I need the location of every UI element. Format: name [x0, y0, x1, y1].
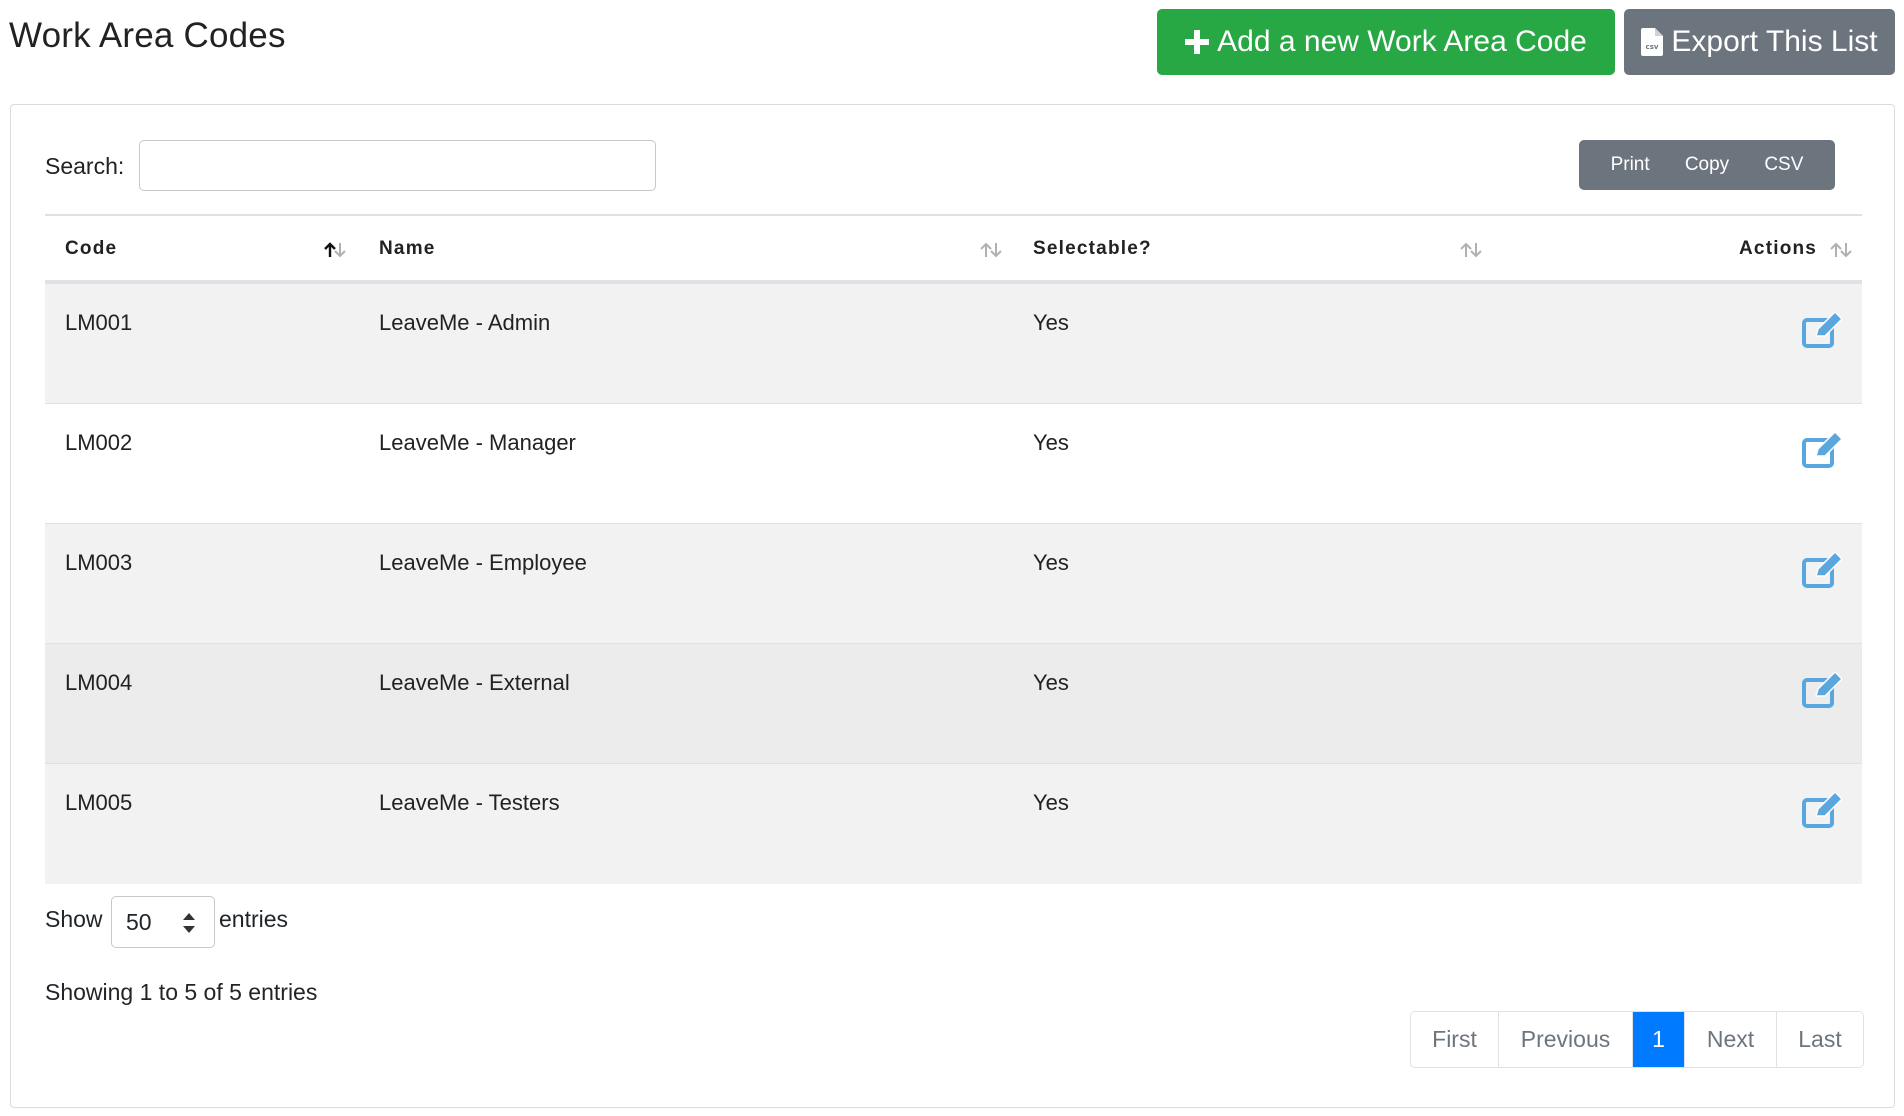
- show-label: Show: [45, 906, 103, 932]
- cell-code: LM001: [65, 310, 133, 335]
- edit-icon[interactable]: [1802, 792, 1842, 828]
- edit-icon[interactable]: [1802, 552, 1842, 588]
- column-header-selectable[interactable]: Selectable?: [1033, 238, 1152, 260]
- sort-icon[interactable]: [979, 242, 1003, 258]
- page-title: Work Area Codes: [9, 16, 286, 55]
- table-header: Code Name Selectable? Actions: [45, 214, 1862, 284]
- column-header-name[interactable]: Name: [379, 238, 436, 260]
- entries-per-page-select[interactable]: 50: [111, 896, 215, 948]
- select-arrows-icon: [183, 913, 195, 933]
- export-list-button[interactable]: csv Export This List: [1624, 9, 1895, 75]
- edit-icon[interactable]: [1802, 672, 1842, 708]
- search-label: Search:: [45, 153, 125, 179]
- search-input[interactable]: [139, 140, 656, 191]
- csv-button[interactable]: CSV: [1764, 154, 1803, 176]
- table-row: LM001 LeaveMe - Admin Yes: [45, 284, 1862, 404]
- cell-selectable: Yes: [1033, 430, 1069, 455]
- cell-code: LM002: [65, 430, 133, 455]
- page-last-button[interactable]: Last: [1777, 1012, 1863, 1067]
- cell-selectable: Yes: [1033, 310, 1069, 335]
- column-header-actions[interactable]: Actions: [1739, 238, 1817, 260]
- entries-per-page-value: 50: [126, 908, 152, 935]
- export-button-label: Export This List: [1671, 25, 1878, 58]
- cell-code: LM004: [65, 670, 133, 695]
- plus-icon: [1185, 30, 1210, 54]
- work-area-codes-card: Search: Print Copy CSV Code Name Selecta…: [10, 104, 1895, 1108]
- export-button-group: Print Copy CSV: [1579, 140, 1835, 190]
- edit-icon[interactable]: [1802, 432, 1842, 468]
- column-header-code[interactable]: Code: [65, 238, 117, 260]
- sort-icon[interactable]: [1829, 242, 1853, 258]
- cell-selectable: Yes: [1033, 790, 1069, 815]
- cell-name: LeaveMe - Employee: [379, 550, 587, 575]
- copy-button[interactable]: Copy: [1685, 154, 1729, 176]
- cell-code: LM005: [65, 790, 133, 815]
- cell-name: LeaveMe - External: [379, 670, 570, 695]
- add-work-area-code-button[interactable]: Add a new Work Area Code: [1157, 9, 1615, 75]
- work-area-codes-table: Code Name Selectable? Actions LM001 Leav…: [45, 214, 1862, 884]
- table-info: Showing 1 to 5 of 5 entries: [45, 979, 318, 1005]
- sort-ascending-icon[interactable]: [323, 242, 347, 258]
- cell-name: LeaveMe - Admin: [379, 310, 551, 335]
- cell-name: LeaveMe - Testers: [379, 790, 560, 815]
- page-first-button[interactable]: First: [1411, 1012, 1499, 1067]
- cell-code: LM003: [65, 550, 133, 575]
- table-row: LM003 LeaveMe - Employee Yes: [45, 524, 1862, 644]
- table-row: LM004 LeaveMe - External Yes: [45, 644, 1862, 764]
- entries-label: entries: [219, 906, 289, 932]
- page-next-button[interactable]: Next: [1685, 1012, 1777, 1067]
- svg-text:csv: csv: [1646, 43, 1659, 51]
- pagination: First Previous 1 Next Last: [1410, 1011, 1864, 1068]
- add-button-label: Add a new Work Area Code: [1217, 25, 1587, 58]
- cell-selectable: Yes: [1033, 550, 1069, 575]
- edit-icon[interactable]: [1802, 312, 1842, 348]
- cell-name: LeaveMe - Manager: [379, 430, 576, 455]
- page-previous-button[interactable]: Previous: [1499, 1012, 1633, 1067]
- table-row: LM002 LeaveMe - Manager Yes: [45, 404, 1862, 524]
- sort-icon[interactable]: [1459, 242, 1483, 258]
- csv-file-icon: csv: [1641, 28, 1664, 56]
- page-1-button[interactable]: 1: [1633, 1012, 1685, 1067]
- table-row: LM005 LeaveMe - Testers Yes: [45, 764, 1862, 884]
- print-button[interactable]: Print: [1611, 154, 1650, 176]
- cell-selectable: Yes: [1033, 670, 1069, 695]
